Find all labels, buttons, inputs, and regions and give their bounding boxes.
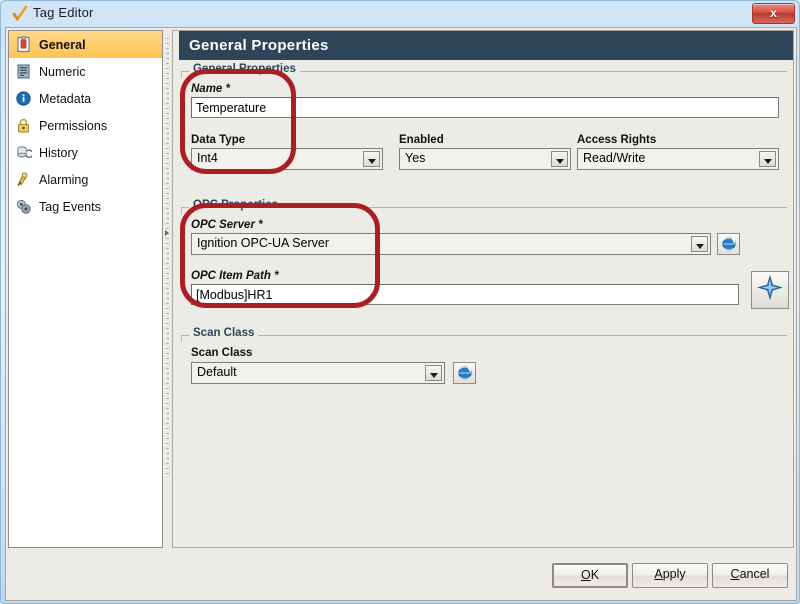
- group-general-properties: General Properties: [181, 63, 787, 78]
- opc-server-label: OPC Server *: [191, 219, 263, 231]
- tag-events-icon: [15, 198, 32, 215]
- panel-header-title: General Properties: [179, 31, 793, 60]
- document-icon: [15, 36, 32, 53]
- client-area: General Numeric Metadata Permissions His…: [5, 27, 797, 601]
- divider-collapse-arrow-icon[interactable]: [165, 230, 169, 236]
- group-title: General Properties: [189, 63, 300, 75]
- add-plus-icon: [757, 274, 783, 306]
- group-opc-properties: OPC Properties: [181, 199, 787, 214]
- scan-class-combo[interactable]: Default: [191, 362, 445, 384]
- group-border-line: [181, 335, 787, 336]
- properties-panel: General Properties General Properties Na…: [172, 30, 794, 548]
- ok-button[interactable]: OK: [552, 563, 628, 588]
- enabled-value: Yes: [405, 151, 426, 165]
- sidebar-category-list[interactable]: General Numeric Metadata Permissions His…: [8, 30, 163, 548]
- group-scan-class: Scan Class: [181, 327, 787, 342]
- tag-editor-window: Tag Editor x General Numeric Metadata Pe…: [0, 0, 800, 604]
- data-type-label: Data Type: [191, 134, 246, 146]
- group-border-left: [181, 71, 182, 78]
- title-bar[interactable]: Tag Editor x: [1, 1, 800, 27]
- globe-refresh-icon: [456, 366, 473, 381]
- bell-icon: [15, 171, 32, 188]
- cancel-button[interactable]: Cancel: [712, 563, 788, 588]
- sidebar-item-permissions[interactable]: Permissions: [9, 112, 162, 139]
- chevron-down-icon[interactable]: [759, 151, 776, 167]
- chevron-down-icon[interactable]: [363, 151, 380, 167]
- window-title: Tag Editor: [33, 5, 94, 20]
- sidebar-item-label: Permissions: [39, 118, 108, 133]
- chevron-down-icon[interactable]: [691, 236, 708, 252]
- numeric-icon: [15, 63, 32, 80]
- close-button[interactable]: x: [752, 3, 795, 24]
- group-title: Scan Class: [189, 327, 259, 339]
- opc-server-browse-button[interactable]: [717, 233, 740, 255]
- chevron-down-icon[interactable]: [551, 151, 568, 167]
- sidebar-item-label: General: [39, 37, 86, 52]
- scan-class-value: Default: [197, 365, 237, 379]
- name-input[interactable]: [191, 97, 779, 118]
- enabled-label: Enabled: [399, 134, 444, 146]
- data-type-combo[interactable]: Int4: [191, 148, 383, 170]
- cancel-rest: ancel: [739, 567, 770, 581]
- globe-browse-icon: [720, 237, 737, 252]
- opc-server-value: Ignition OPC-UA Server: [197, 236, 329, 250]
- group-border-left: [181, 207, 182, 214]
- sidebar-item-history[interactable]: History: [9, 139, 162, 166]
- info-icon: [15, 90, 32, 107]
- group-title: OPC Properties: [189, 199, 282, 211]
- sidebar-item-general[interactable]: General: [9, 31, 162, 58]
- opc-item-path-input[interactable]: [191, 284, 739, 305]
- sidebar-item-tag-events[interactable]: Tag Events: [9, 193, 162, 220]
- sidebar-item-alarming[interactable]: Alarming: [9, 166, 162, 193]
- data-type-value: Int4: [197, 151, 218, 165]
- opc-server-combo[interactable]: Ignition OPC-UA Server: [191, 233, 711, 255]
- opc-item-path-label: OPC Item Path *: [191, 270, 279, 282]
- enabled-combo[interactable]: Yes: [399, 148, 571, 170]
- sidebar-item-label: Numeric: [39, 64, 86, 79]
- sidebar-item-label: Tag Events: [39, 199, 101, 214]
- lock-icon: [15, 117, 32, 134]
- sidebar-item-label: Alarming: [39, 172, 89, 187]
- split-pane-divider[interactable]: [164, 30, 171, 548]
- sidebar-item-label: History: [39, 145, 78, 160]
- apply-rest: pply: [662, 567, 686, 581]
- scan-class-refresh-button[interactable]: [453, 362, 476, 384]
- access-rights-label: Access Rights: [577, 134, 657, 146]
- apply-mnemonic: A: [654, 567, 663, 581]
- divider-grip: [166, 38, 169, 478]
- sidebar-item-numeric[interactable]: Numeric: [9, 58, 162, 85]
- sidebar-item-metadata[interactable]: Metadata: [9, 85, 162, 112]
- group-border-left: [181, 335, 182, 342]
- ok-mnemonic: O: [580, 568, 591, 582]
- access-rights-value: Read/Write: [583, 151, 646, 165]
- access-rights-combo[interactable]: Read/Write: [577, 148, 779, 170]
- scan-class-label: Scan Class: [191, 347, 253, 359]
- checkmark-icon: [11, 5, 29, 23]
- add-tag-button[interactable]: [751, 271, 789, 309]
- sidebar-item-label: Metadata: [39, 91, 92, 106]
- chevron-down-icon[interactable]: [425, 365, 442, 381]
- ok-rest: K: [590, 568, 600, 582]
- history-icon: [15, 144, 34, 161]
- name-label: Name *: [191, 83, 230, 95]
- cancel-mnemonic: C: [730, 567, 740, 581]
- apply-button[interactable]: Apply: [632, 563, 708, 588]
